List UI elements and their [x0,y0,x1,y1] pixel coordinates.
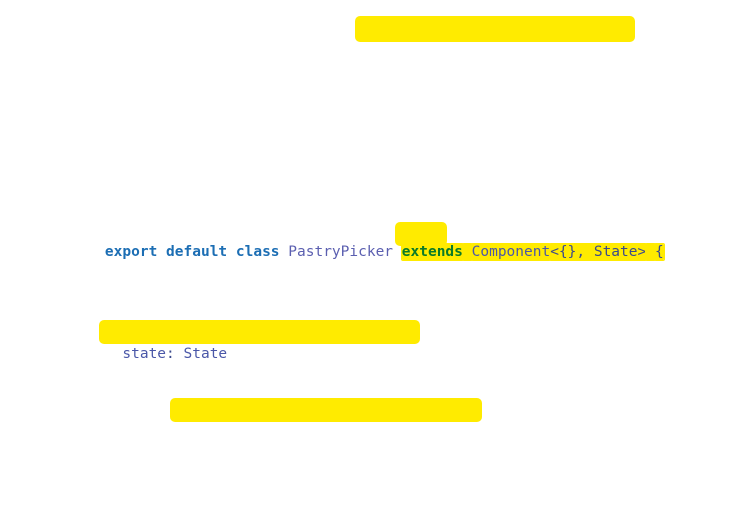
highlight-blob-objectkeys [170,398,482,422]
token-export: export [104,243,158,260]
token-generics: <{}, State> [550,243,647,260]
token-state-type: State [183,346,228,362]
token-component: Component [471,243,551,260]
empty [70,428,79,444]
code-line: export default class PastryPicker extend… [0,221,750,260]
highlight-blob-extends [355,16,635,42]
token-open-brace: { [654,243,664,260]
token-class: class [235,243,280,260]
code-line-blank [0,426,750,447]
token-space [462,243,472,260]
code-line: state: State [0,324,750,362]
code-editor-view[interactable]: export default class PastryPicker extend… [0,0,750,531]
token-state-prop: state [122,346,167,362]
token-colon: : [166,346,184,362]
token-class-name: PastryPicker [288,243,394,260]
token-space [646,243,655,260]
token-extends-highlighted: extends [401,243,463,260]
token-default: default [166,243,228,260]
